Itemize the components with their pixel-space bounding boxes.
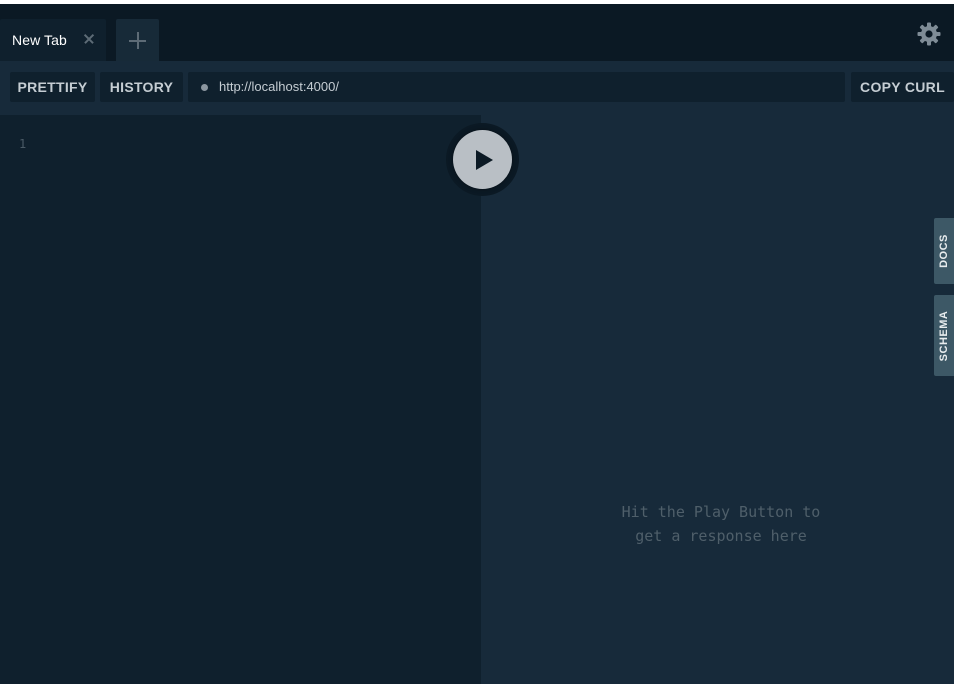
history-button[interactable]: HISTORY <box>100 72 183 102</box>
docs-tab[interactable]: DOCS <box>934 218 954 284</box>
result-panel: Hit the Play Button to get a response he… <box>481 115 954 684</box>
gear-icon <box>917 22 941 46</box>
docs-tab-label: DOCS <box>938 234 950 268</box>
play-icon <box>476 150 493 170</box>
tab-label: New Tab <box>12 32 67 48</box>
endpoint-url-text: http://localhost:4000/ <box>219 79 339 94</box>
play-button[interactable] <box>453 130 512 189</box>
settings-button[interactable] <box>915 20 943 48</box>
plus-icon <box>129 32 146 49</box>
query-editor[interactable]: 1 <box>0 115 481 684</box>
copy-curl-button[interactable]: COPY CURL <box>851 72 954 102</box>
prettify-button[interactable]: PRETTIFY <box>10 72 95 102</box>
tab-new-tab[interactable]: New Tab <box>0 19 106 61</box>
graphql-playground: New Tab PRETTIFY HISTORY http://localhos… <box>0 4 954 684</box>
toolbar: PRETTIFY HISTORY http://localhost:4000/ … <box>0 61 954 115</box>
add-tab-button[interactable] <box>116 19 159 61</box>
endpoint-url-input[interactable]: http://localhost:4000/ <box>188 72 845 102</box>
schema-tab-label: SCHEMA <box>938 310 950 361</box>
result-placeholder: Hit the Play Button to get a response he… <box>621 503 821 545</box>
line-number: 1 <box>19 137 27 151</box>
schema-tab[interactable]: SCHEMA <box>934 295 954 376</box>
status-dot-icon <box>201 84 208 91</box>
tab-bar: New Tab <box>0 4 954 61</box>
close-icon[interactable] <box>82 32 96 46</box>
